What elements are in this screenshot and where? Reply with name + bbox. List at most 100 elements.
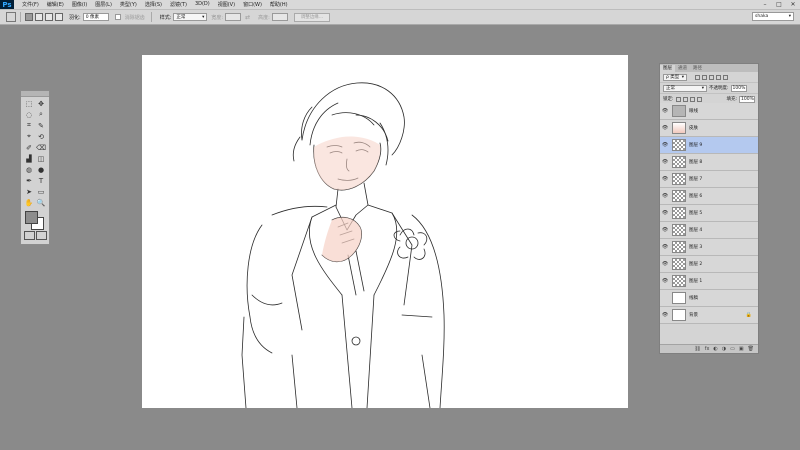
layer-mask-icon[interactable]: ◐ [713,346,717,352]
menu-item[interactable]: 帮助(H) [266,1,292,8]
zoom-tool-icon[interactable]: 🔍 [35,197,47,208]
eye-icon[interactable]: 👁 [660,108,670,114]
layer-row[interactable]: 👁 背景 🔒 [660,307,758,324]
filter-smart-icon[interactable] [723,74,728,80]
minimize-button[interactable]: – [758,0,772,9]
menu-item[interactable]: 编辑(E) [43,1,68,8]
layer-row[interactable]: 👁 皮肤 [660,120,758,137]
layer-row[interactable]: 👁 图层 4 [660,222,758,239]
quick-select-tool-icon[interactable]: ⌕ [35,109,47,120]
antialias-checkbox[interactable] [114,14,121,20]
crop-tool-icon[interactable]: ⌗ [23,120,35,131]
fx-icon[interactable]: fx [705,346,710,352]
fill-input[interactable]: 100% [739,95,755,103]
close-button[interactable]: ✕ [786,0,800,9]
layer-row[interactable]: 👁 图层 9 [660,137,758,154]
pen-tool-icon[interactable]: ✒ [23,175,35,186]
swap-icon[interactable]: ⇄ [245,14,250,21]
gradient-tool-icon[interactable]: ▟ [23,153,35,164]
menu-item[interactable]: 选择(S) [141,1,166,8]
layer-row[interactable]: 👁 图层 2 [660,256,758,273]
document-canvas[interactable] [142,55,628,409]
menu-item[interactable]: 文件(F) [18,1,43,8]
height-input[interactable] [271,13,288,21]
layer-row[interactable]: 👁 图层 8 [660,154,758,171]
workspace-select[interactable]: shaka ▾ [752,12,794,21]
eye-icon[interactable]: 👁 [660,142,670,148]
menu-item[interactable]: 图层(L) [91,1,116,8]
eye-icon[interactable]: 👁 [660,278,670,284]
foreground-color-swatch[interactable] [25,211,38,224]
eye-icon[interactable]: 👁 [660,244,670,250]
eyedropper-tool-icon[interactable]: ✎ [35,120,47,131]
add-selection-icon[interactable] [35,13,43,21]
hand-tool-icon[interactable]: ✋ [23,197,35,208]
layer-row[interactable]: 👁 图层 1 [660,273,758,290]
eye-icon[interactable]: 👁 [660,312,670,318]
style-select[interactable]: 正常 ▾ [173,13,208,21]
menu-item[interactable]: 视图(V) [214,1,239,8]
eye-icon[interactable]: 👁 [660,193,670,199]
blend-mode-select[interactable]: 正常 ▾ [663,84,707,92]
feather-input[interactable]: 0 像素 [82,13,109,21]
lock-transparent-icon[interactable] [675,96,681,102]
filter-adjustment-icon[interactable] [702,74,707,80]
tab-paths[interactable]: 路径 [690,65,705,72]
tab-channels[interactable]: 通道 [675,65,690,72]
layer-row[interactable]: 👁 图层 3 [660,239,758,256]
opacity-input[interactable]: 100% [730,84,747,92]
menu-item[interactable]: 滤镜(T) [166,1,191,8]
move-tool-icon[interactable]: ✥ [35,98,47,109]
layer-row[interactable]: 👁 图层 7 [660,171,758,188]
new-layer-icon[interactable]: ▣ [739,346,744,352]
menu-item[interactable]: 类型(Y) [116,1,141,8]
filter-shape-icon[interactable] [716,74,721,80]
width-input[interactable] [225,13,242,21]
layer-row[interactable]: 👁 图层 5 [660,205,758,222]
layer-row[interactable]: 线稿 [660,290,758,307]
history-brush-tool-icon[interactable]: ⟲ [35,131,47,142]
layer-thumbnail[interactable] [672,207,686,219]
new-selection-icon[interactable] [25,13,33,21]
menu-item[interactable]: 3D(D) [191,1,214,8]
subtract-selection-icon[interactable] [45,13,53,21]
brush-tool-icon[interactable]: ✐ [23,142,35,153]
eye-icon[interactable]: 👁 [660,210,670,216]
type-tool-icon[interactable]: T [35,175,47,186]
layer-row[interactable]: 👁 图层 6 [660,188,758,205]
healing-tool-icon[interactable]: ⌖ [23,131,35,142]
eraser-tool-icon[interactable]: ⌫ [35,142,47,153]
layer-row[interactable]: 👁 眼线 [660,103,758,120]
layer-thumbnail[interactable] [672,105,686,117]
eye-icon[interactable]: 👁 [660,159,670,165]
eye-icon[interactable]: 👁 [660,176,670,182]
clone-stamp-tool-icon[interactable]: ◫ [35,153,47,164]
layer-filter-select[interactable]: ρ 类型 ▾ [663,73,687,81]
screen-mode-icon[interactable] [35,231,47,240]
lasso-tool-icon[interactable]: ◌ [23,109,35,120]
layer-thumbnail[interactable] [672,241,686,253]
eye-icon[interactable]: 👁 [660,261,670,267]
filter-pixel-icon[interactable] [695,74,700,80]
layer-thumbnail[interactable] [672,173,686,185]
eye-icon[interactable]: 👁 [660,125,670,131]
lock-image-icon[interactable] [682,96,688,102]
layer-thumbnail[interactable] [672,258,686,270]
quick-mask-icon[interactable] [23,231,35,240]
layer-thumbnail[interactable] [672,156,686,168]
menu-item[interactable]: 窗口(W) [239,1,266,8]
lock-position-icon[interactable] [689,96,695,102]
new-group-icon[interactable]: ▭ [730,346,735,352]
tab-layers[interactable]: 图层 [660,65,675,72]
layer-thumbnail[interactable] [672,309,686,321]
maximize-button[interactable]: □ [772,0,786,9]
lock-all-icon[interactable] [696,96,702,102]
blur-tool-icon[interactable]: ◍ [23,164,35,175]
layer-thumbnail[interactable] [672,275,686,287]
marquee-tool-icon[interactable]: ⬚ [23,98,35,109]
eye-icon[interactable]: 👁 [660,227,670,233]
layer-thumbnail[interactable] [672,139,686,151]
layer-thumbnail[interactable] [672,224,686,236]
layer-thumbnail[interactable] [672,292,686,304]
filter-type-icon[interactable] [709,74,714,80]
